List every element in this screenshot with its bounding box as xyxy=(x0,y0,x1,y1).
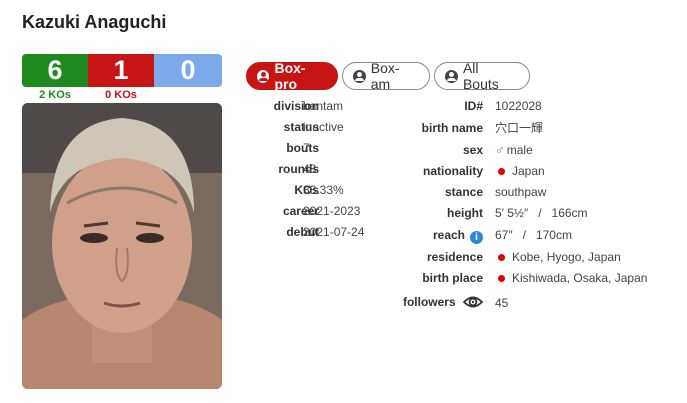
reach-value: 67″ / 170cm xyxy=(495,228,572,242)
division-value: bantam xyxy=(303,99,344,113)
tab-label: Box-am xyxy=(370,60,400,92)
height-value: 5′ 5½″ / 166cm xyxy=(495,206,588,220)
user-circle-icon xyxy=(445,69,458,83)
birth-place-text: Kishiwada, Osaka, Japan xyxy=(512,271,648,285)
tab-label: Box-pro xyxy=(274,60,306,92)
user-circle-icon xyxy=(353,69,366,83)
birth-place-value[interactable]: Kishiwada, Osaka, Japan xyxy=(495,270,647,286)
reach-label: reach xyxy=(432,228,465,242)
boxer-name: Kazuki Anaguchi xyxy=(22,12,167,32)
eye-icon[interactable] xyxy=(462,294,484,314)
kos-value: 33.33% xyxy=(303,183,344,197)
birth-place-label: birth place xyxy=(422,271,483,285)
user-circle-icon xyxy=(257,69,270,83)
red-dot-flag-icon xyxy=(498,274,505,282)
tab-box-pro[interactable]: Box-pro xyxy=(246,60,338,92)
red-dot-flag-icon xyxy=(498,167,505,175)
followers-label-group: followers xyxy=(380,294,484,314)
rounds-value: 48 xyxy=(303,162,317,176)
stance-value: southpaw xyxy=(495,185,547,199)
wins-kos: 2 KOs xyxy=(39,89,71,101)
sex-value: ♂ male xyxy=(495,142,533,158)
losses-count: 1 xyxy=(88,54,154,87)
followers-value: 45 xyxy=(495,296,509,310)
tab-all-bouts[interactable]: All Bouts xyxy=(434,60,530,92)
red-dot-flag-icon xyxy=(498,253,505,261)
tab-label: All Bouts xyxy=(462,60,499,92)
status-value: inactive xyxy=(303,120,344,134)
losses-kos: 0 KOs xyxy=(105,89,137,101)
bouts-value: 7 xyxy=(303,141,310,155)
sex-text: male xyxy=(506,143,533,157)
info-icon[interactable]: i xyxy=(470,231,483,244)
sex-label: sex xyxy=(462,143,483,157)
residence-text: Kobe, Hyogo, Japan xyxy=(512,250,621,264)
id-label: ID# xyxy=(464,99,483,113)
birth-name-label: birth name xyxy=(421,121,483,135)
residence-label: residence xyxy=(426,250,483,264)
followers-label: followers xyxy=(402,295,456,309)
career-value: 2021-2023 xyxy=(303,204,361,218)
stance-label: stance xyxy=(444,185,483,199)
nationality-text: Japan xyxy=(512,164,545,178)
tab-box-am[interactable]: Box-am xyxy=(342,60,430,92)
record-bar: 6 1 0 xyxy=(22,54,222,87)
residence-value[interactable]: Kobe, Hyogo, Japan xyxy=(495,249,621,265)
id-value: 1022028 xyxy=(495,99,542,113)
male-symbol-icon: ♂ xyxy=(495,142,505,157)
boxer-photo xyxy=(22,103,222,389)
debut-value: 2021-07-24 xyxy=(303,225,365,239)
wins-count: 6 xyxy=(22,54,88,87)
draws-count: 0 xyxy=(154,54,222,87)
birth-name-value: 穴口一輝 xyxy=(495,121,544,135)
nationality-label: nationality xyxy=(422,164,483,178)
reach-label-group: reach i xyxy=(380,227,483,244)
nationality-value[interactable]: Japan xyxy=(495,163,545,179)
height-label: height xyxy=(447,206,483,220)
